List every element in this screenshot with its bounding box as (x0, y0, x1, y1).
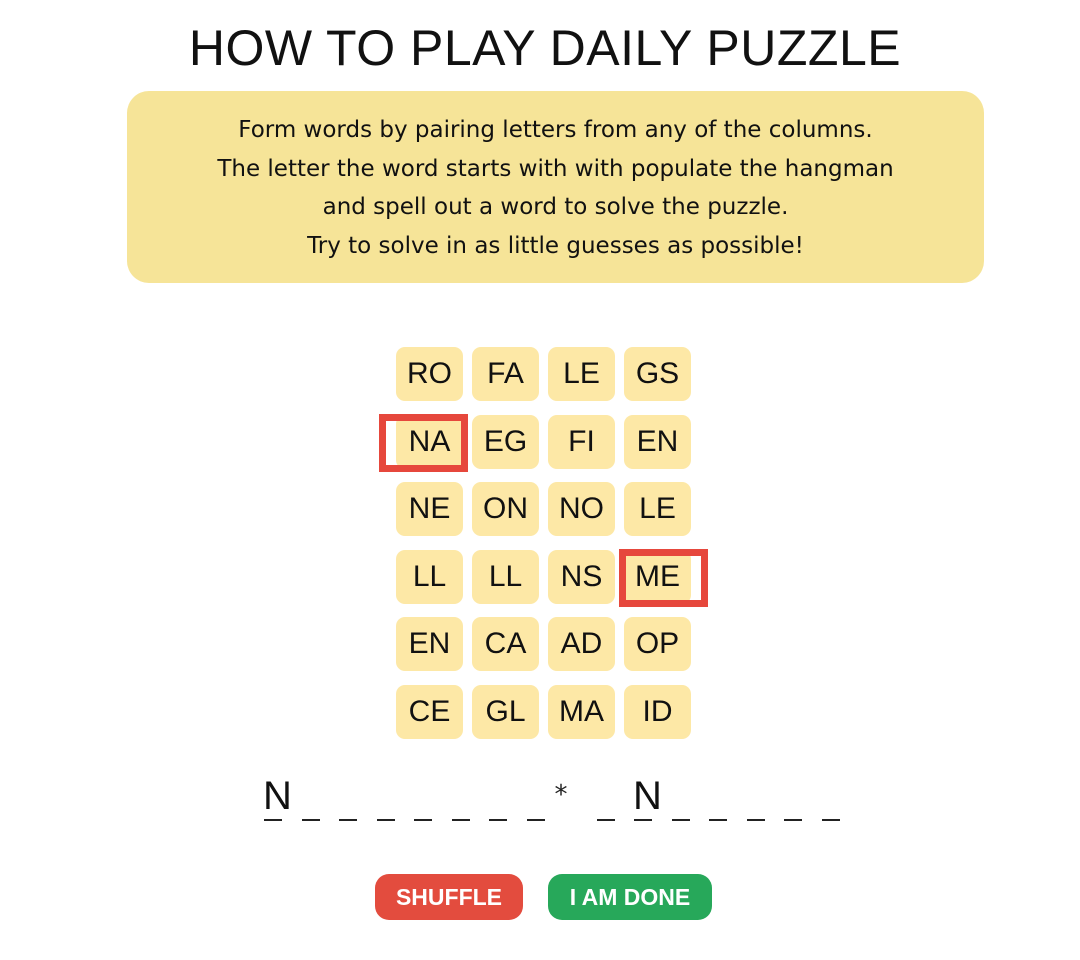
slot-dash (671, 819, 690, 821)
slot-dash (526, 819, 545, 821)
letter-slot (708, 770, 728, 826)
slot-letter (413, 770, 433, 816)
hangman-board: N * N (0, 770, 1080, 830)
letter-slot (488, 770, 508, 826)
letter-tile[interactable]: CE (396, 685, 463, 739)
rules-line: and spell out a word to solve the puzzle… (322, 194, 789, 220)
letter-tile[interactable]: NS (548, 549, 615, 604)
letter-tile[interactable]: ID (624, 685, 691, 739)
letter-tile[interactable]: NO (548, 482, 615, 537)
letter-tile[interactable]: GS (624, 347, 691, 401)
slot-letter (451, 770, 471, 816)
letter-slot (671, 770, 691, 826)
slot-dash (489, 819, 507, 821)
letter-tile[interactable]: FA (472, 347, 539, 401)
letter-tile[interactable]: MA (548, 685, 615, 739)
letter-tile[interactable]: NE (396, 482, 463, 537)
rules-line: Form words by pairing letters from any o… (238, 117, 873, 143)
slot-dash (709, 819, 727, 821)
rules-line: The letter the word starts with with pop… (217, 155, 894, 182)
slot-letter (596, 770, 616, 816)
word-separator: * (554, 780, 568, 810)
letter-tile[interactable]: AD (548, 617, 615, 672)
slot-letter (301, 770, 321, 816)
slot-letter (488, 770, 508, 816)
letter-tile[interactable]: ON (472, 482, 539, 537)
slot-dash (596, 819, 615, 821)
letter-slot (746, 770, 766, 826)
rules-panel: Form words by pairing letters from any o… (127, 91, 984, 283)
done-button[interactable]: I AM DONE (548, 874, 712, 920)
slot-dash (451, 819, 470, 821)
letter-slot (451, 770, 471, 826)
letter-tile[interactable]: CA (472, 617, 539, 672)
slot-dash (821, 819, 840, 821)
shuffle-button[interactable]: SHUFFLE (375, 874, 523, 920)
slot-letter: N (633, 774, 662, 818)
letter-tile[interactable]: GL (472, 685, 539, 739)
letter-tile[interactable]: LL (396, 549, 463, 604)
letter-tile[interactable]: LE (624, 482, 691, 537)
slot-dash (414, 819, 432, 821)
letter-tile[interactable]: FI (548, 414, 615, 469)
slot-letter (708, 770, 728, 816)
letter-slot (338, 770, 358, 826)
rules-line: Try to solve in as little guesses as pos… (307, 232, 804, 259)
letter-tile[interactable]: EN (624, 414, 691, 469)
letter-tile[interactable]: EN (396, 617, 463, 672)
letter-tile[interactable]: RO (396, 347, 463, 401)
slot-letter (526, 770, 546, 816)
slot-letter (821, 770, 841, 816)
slot-dash (301, 819, 320, 821)
letter-slot (596, 770, 616, 826)
letter-tile[interactable]: LL (472, 549, 539, 604)
letter-slot (526, 770, 546, 826)
letter-slot (413, 770, 433, 826)
slot-letter (746, 770, 766, 816)
letter-slot (783, 770, 803, 826)
page-title: HOW TO PLAY DAILY PUZZLE (188, 20, 902, 76)
letter-slot (821, 770, 841, 826)
slot-dash (264, 819, 282, 821)
slot-dash (784, 819, 802, 821)
slot-dash (746, 819, 765, 821)
letter-tile[interactable]: LE (548, 347, 615, 401)
letter-slot: N (633, 770, 662, 826)
slot-letter (783, 770, 803, 816)
letter-tile[interactable]: OP (624, 617, 691, 672)
letter-slot (376, 770, 396, 826)
slot-letter: N (263, 774, 292, 818)
letter-slot: N (263, 770, 292, 826)
slot-letter (376, 770, 396, 816)
slot-dash (634, 819, 652, 821)
letter-tile[interactable]: EG (472, 414, 539, 469)
slot-letter (671, 770, 691, 816)
slot-letter (338, 770, 358, 816)
slot-dash (339, 819, 357, 821)
letter-tile[interactable]: ME (624, 549, 691, 604)
letter-slot (301, 770, 321, 826)
slot-dash (376, 819, 395, 821)
letter-tile[interactable]: NA (396, 414, 463, 469)
